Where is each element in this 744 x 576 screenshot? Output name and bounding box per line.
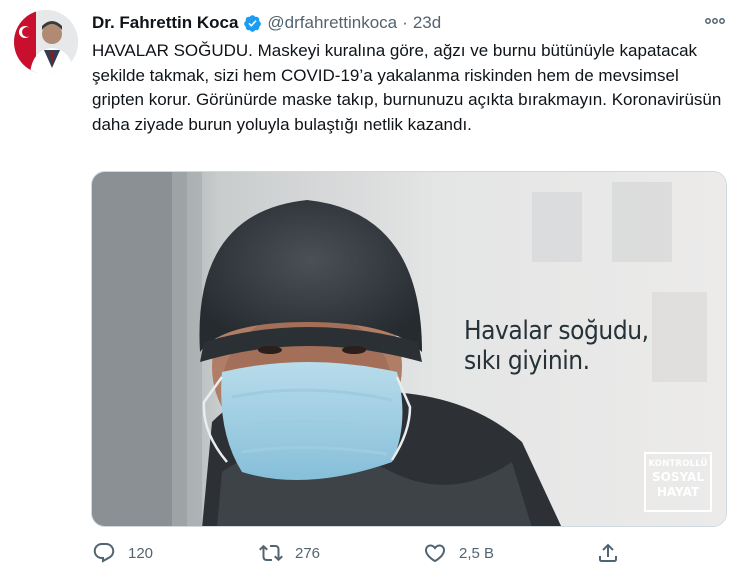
display-name[interactable]: Dr. Fahrettin Koca <box>92 13 238 33</box>
reply-icon <box>93 543 115 563</box>
logo-line-2: SOSYAL <box>652 470 704 484</box>
overlay-line-1: Havalar soğudu, <box>464 316 649 346</box>
more-options-icon[interactable] <box>704 12 726 30</box>
tweet-timestamp[interactable]: 23d <box>413 13 441 33</box>
like-count: 2,5 B <box>459 544 495 562</box>
tweet-media[interactable]: Havalar soğudu, sıkı giyinin. KONTROLLÜ … <box>91 171 727 527</box>
verified-badge-icon <box>243 14 262 33</box>
user-handle[interactable]: @drfahrettinkoca <box>267 13 397 33</box>
tweet-action-bar: 120 276 2,5 B <box>86 536 646 570</box>
tweet-header: Dr. Fahrettin Koca @drfahrettinkoca · 23… <box>92 13 441 33</box>
share-button[interactable] <box>596 536 620 570</box>
retweet-icon <box>259 544 283 562</box>
logo-line-1: KONTROLLÜ <box>648 459 708 469</box>
like-icon <box>424 544 446 563</box>
tweet-text: HAVALAR SOĞUDU. Maskeyi kuralına göre, a… <box>92 41 722 134</box>
avatar-image <box>14 10 78 74</box>
retweet-button[interactable]: 276 <box>259 536 320 570</box>
overlay-line-2: sıkı giyinin. <box>464 346 590 376</box>
like-button[interactable]: 2,5 B <box>423 536 494 570</box>
retweet-count: 276 <box>295 544 321 562</box>
media-overlay-text: Havalar soğudu, sıkı giyinin. <box>464 316 649 376</box>
reply-button[interactable]: 120 <box>92 536 153 570</box>
reply-count: 120 <box>128 544 154 562</box>
kontrollu-sosyal-hayat-logo: KONTROLLÜ SOSYAL HAYAT <box>644 452 712 512</box>
avatar[interactable] <box>14 10 78 74</box>
logo-line-3: HAYAT <box>656 485 700 499</box>
separator-dot: · <box>402 13 408 32</box>
share-icon <box>599 543 617 562</box>
